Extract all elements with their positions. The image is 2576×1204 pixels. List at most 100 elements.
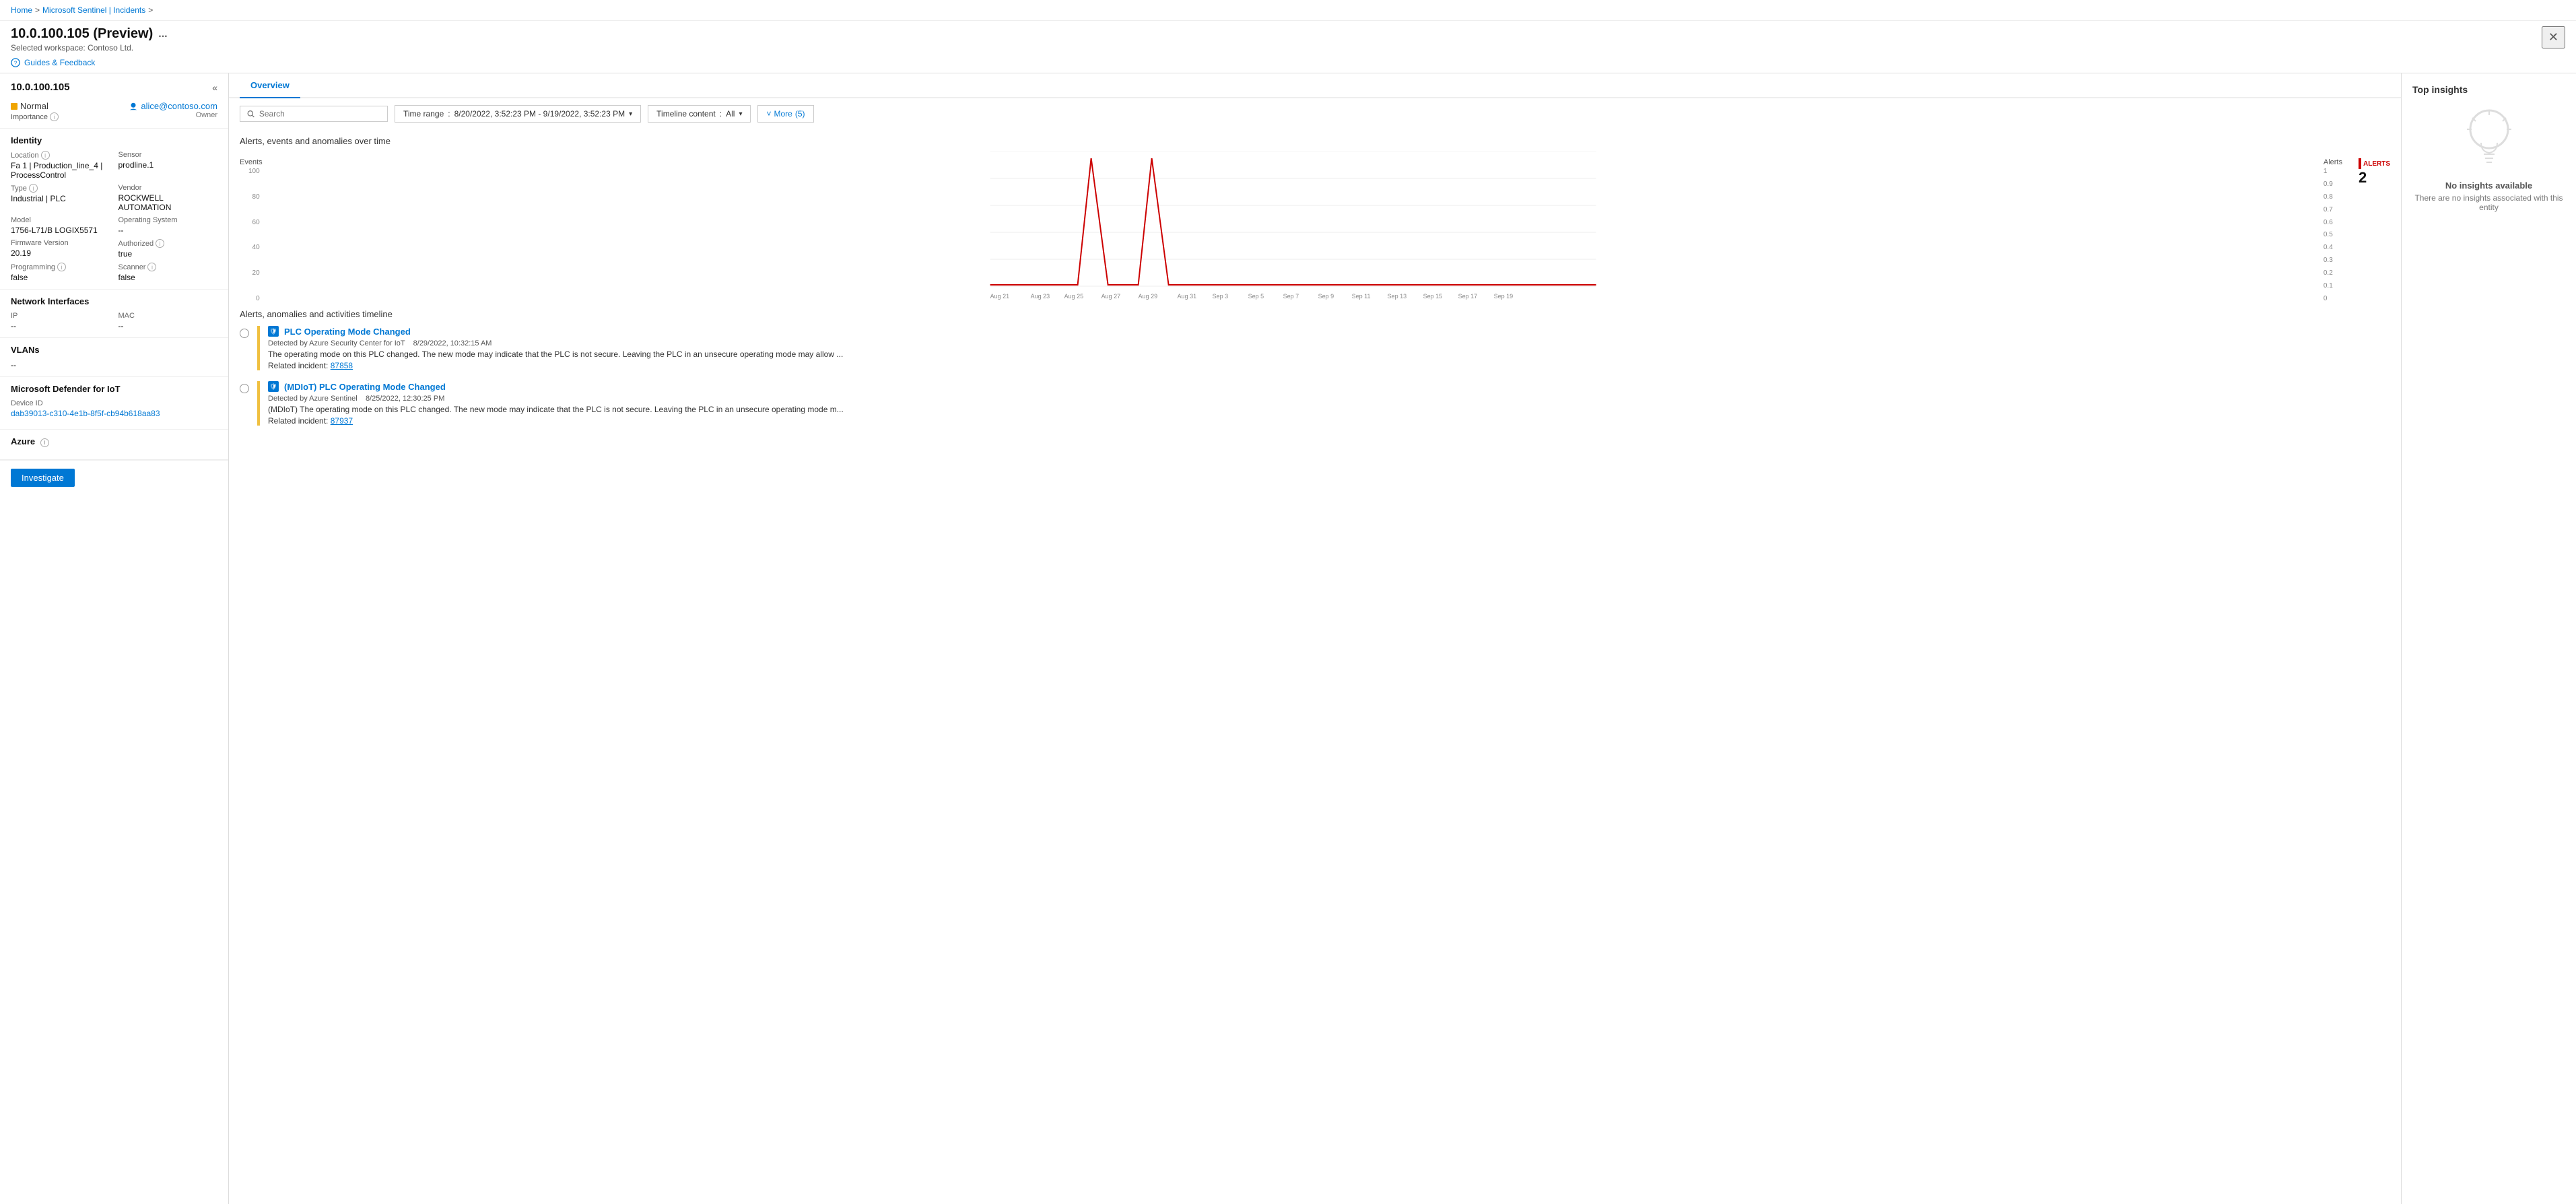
status-label: Normal bbox=[11, 101, 59, 111]
timeline-title: Alerts, anomalies and activities timelin… bbox=[240, 309, 2390, 319]
alerts-axis-label: Alerts bbox=[2324, 158, 2342, 166]
mac-field: MAC -- bbox=[118, 312, 218, 331]
type-info-icon: i bbox=[29, 184, 38, 193]
alert-title-2[interactable]: (MDIoT) PLC Operating Mode Changed bbox=[284, 382, 446, 392]
body-area: 10.0.100.105 « Normal Importance i bbox=[0, 73, 2576, 1204]
timeline-header-1: 🛡 PLC Operating Mode Changed bbox=[268, 326, 2390, 337]
collapse-button[interactable]: « bbox=[212, 82, 217, 93]
chart-title: Alerts, events and anomalies over time bbox=[240, 136, 2390, 146]
svg-text:Aug 23: Aug 23 bbox=[1030, 293, 1050, 300]
authorized-field: Authorized i true bbox=[118, 239, 218, 259]
owner-block: alice@contoso.com Owner bbox=[129, 101, 217, 119]
breadcrumb-home[interactable]: Home bbox=[11, 5, 32, 15]
search-box[interactable] bbox=[240, 106, 388, 122]
owner-role: Owner bbox=[196, 111, 217, 119]
alerts-count-value: 2 bbox=[2359, 169, 2367, 187]
events-axis-label: Events bbox=[240, 158, 263, 166]
timeline-radio-1[interactable] bbox=[240, 329, 249, 338]
programming-value: false bbox=[11, 273, 110, 282]
alert-meta-1: Detected by Azure Security Center for Io… bbox=[268, 339, 2390, 347]
time-range-caret-icon: ▾ bbox=[629, 110, 632, 118]
type-value: Industrial | PLC bbox=[11, 194, 110, 203]
importance-info-icon: i bbox=[50, 112, 59, 121]
alert-title-1[interactable]: PLC Operating Mode Changed bbox=[284, 327, 411, 337]
vlans-section: VLANs -- bbox=[0, 338, 228, 377]
right-panel: Overview Time range : 8/20/2022, 3:52:23… bbox=[229, 73, 2401, 1204]
svg-text:Sep 5: Sep 5 bbox=[1248, 293, 1264, 300]
alert-related-2: Related incident: 87937 bbox=[268, 416, 2390, 426]
investigate-bar: Investigate bbox=[0, 460, 228, 495]
insights-title: Top insights bbox=[2412, 84, 2468, 95]
svg-text:Sep 19: Sep 19 bbox=[1493, 293, 1513, 300]
page-title: 10.0.100.105 (Preview) ... bbox=[11, 26, 168, 42]
alert-desc-1: The operating mode on this PLC changed. … bbox=[268, 349, 2390, 359]
owner-name: alice@contoso.com bbox=[129, 101, 217, 111]
network-interfaces-section: Network Interfaces IP -- MAC -- bbox=[0, 290, 228, 338]
sensor-field: Sensor prodline.1 bbox=[118, 151, 218, 180]
device-id-value[interactable]: dab39013-c310-4e1b-8f5f-cb94b618aa83 bbox=[11, 409, 217, 418]
azure-title: Azure i bbox=[11, 436, 217, 447]
timeline-section: Alerts, anomalies and activities timelin… bbox=[229, 302, 2401, 443]
related-incident-link-1[interactable]: 87858 bbox=[331, 361, 353, 370]
vendor-label: Vendor bbox=[118, 184, 218, 192]
left-panel: 10.0.100.105 « Normal Importance i bbox=[0, 73, 229, 1204]
no-insights-title: No insights available bbox=[2445, 180, 2532, 191]
sensor-label: Sensor bbox=[118, 151, 218, 159]
shield-icon-1: 🛡 bbox=[268, 326, 279, 337]
time-range-value: 8/20/2022, 3:52:23 PM - 9/19/2022, 3:52:… bbox=[454, 109, 625, 119]
breadcrumb-sep1: > bbox=[35, 5, 40, 15]
location-field: Location i Fa 1 | Production_line_4 | Pr… bbox=[11, 151, 110, 180]
alerts-count-label: ALERTS bbox=[2359, 158, 2390, 169]
model-field: Model 1756-L71/B LOGIX5571 bbox=[11, 216, 110, 235]
tab-overview[interactable]: Overview bbox=[240, 73, 300, 98]
workspace-label: Selected workspace: Contoso Ltd. bbox=[11, 42, 168, 53]
mac-label: MAC bbox=[118, 312, 218, 320]
time-range-label: Time range bbox=[403, 109, 444, 119]
page-header: 10.0.100.105 (Preview) ... Selected work… bbox=[0, 21, 2576, 55]
device-id-label: Device ID bbox=[11, 399, 217, 407]
related-incident-link-2[interactable]: 87937 bbox=[331, 416, 353, 426]
investigate-button[interactable]: Investigate bbox=[11, 469, 75, 487]
alerts-bar-indicator bbox=[2359, 158, 2361, 169]
more-count: (5) bbox=[795, 109, 805, 119]
toolbar-row: Time range : 8/20/2022, 3:52:23 PM - 9/1… bbox=[229, 98, 2401, 129]
guides-feedback-link[interactable]: ? Guides & Feedback bbox=[0, 55, 2576, 73]
more-button[interactable]: ˅ More (5) bbox=[757, 105, 813, 123]
timeline-content-separator: : bbox=[720, 109, 722, 119]
breadcrumb-sentinel[interactable]: Microsoft Sentinel | Incidents bbox=[42, 5, 145, 15]
scanner-info-icon: i bbox=[147, 263, 156, 271]
search-icon bbox=[247, 110, 255, 119]
svg-text:Aug 27: Aug 27 bbox=[1101, 293, 1120, 300]
guides-label: Guides & Feedback bbox=[24, 58, 95, 67]
timeline-indicator-1 bbox=[257, 326, 260, 370]
svg-text:Sep 7: Sep 7 bbox=[1283, 293, 1299, 300]
type-field: Type i Industrial | PLC bbox=[11, 184, 110, 212]
alert-related-1: Related incident: 87858 bbox=[268, 361, 2390, 370]
programming-field: Programming i false bbox=[11, 263, 110, 282]
ip-value: -- bbox=[11, 321, 110, 331]
svg-text:Sep 13: Sep 13 bbox=[1387, 293, 1406, 300]
close-button[interactable]: ✕ bbox=[2542, 26, 2565, 48]
scanner-value: false bbox=[118, 273, 218, 282]
y-right-axis: Alerts 1 0.9 0.8 0.7 0.6 0.5 0.4 0.3 0.2… bbox=[2324, 152, 2342, 302]
no-insights-icon bbox=[2462, 106, 2516, 175]
search-input[interactable] bbox=[259, 109, 380, 119]
alert-desc-2: (MDIoT) The operating mode on this PLC c… bbox=[268, 405, 2390, 414]
svg-text:Aug 21: Aug 21 bbox=[990, 293, 1009, 300]
left-panel-header: 10.0.100.105 « bbox=[0, 73, 228, 98]
timeline-content-2: 🛡 (MDIoT) PLC Operating Mode Changed Det… bbox=[268, 381, 2390, 426]
time-range-filter[interactable]: Time range : 8/20/2022, 3:52:23 PM - 9/1… bbox=[395, 105, 641, 123]
svg-text:Sep 3: Sep 3 bbox=[1212, 293, 1228, 300]
ip-label: IP bbox=[11, 312, 110, 320]
authorized-label: Authorized i bbox=[118, 239, 218, 248]
more-options-button[interactable]: ... bbox=[158, 28, 167, 40]
location-info-icon: i bbox=[41, 151, 50, 160]
identity-title: Identity bbox=[11, 135, 217, 145]
chart-main: Aug 21 Aug 23 Aug 25 Aug 27 Aug 29 Aug 3… bbox=[265, 152, 2321, 302]
scanner-field: Scanner i false bbox=[118, 263, 218, 282]
timeline-item-2: 🛡 (MDIoT) PLC Operating Mode Changed Det… bbox=[240, 381, 2390, 426]
timeline-content-filter[interactable]: Timeline content : All ▾ bbox=[648, 105, 751, 123]
y-right-labels: 1 0.9 0.8 0.7 0.6 0.5 0.4 0.3 0.2 0.1 0 bbox=[2324, 168, 2333, 302]
vendor-field: Vendor ROCKWELL AUTOMATION bbox=[118, 184, 218, 212]
timeline-radio-2[interactable] bbox=[240, 384, 249, 393]
